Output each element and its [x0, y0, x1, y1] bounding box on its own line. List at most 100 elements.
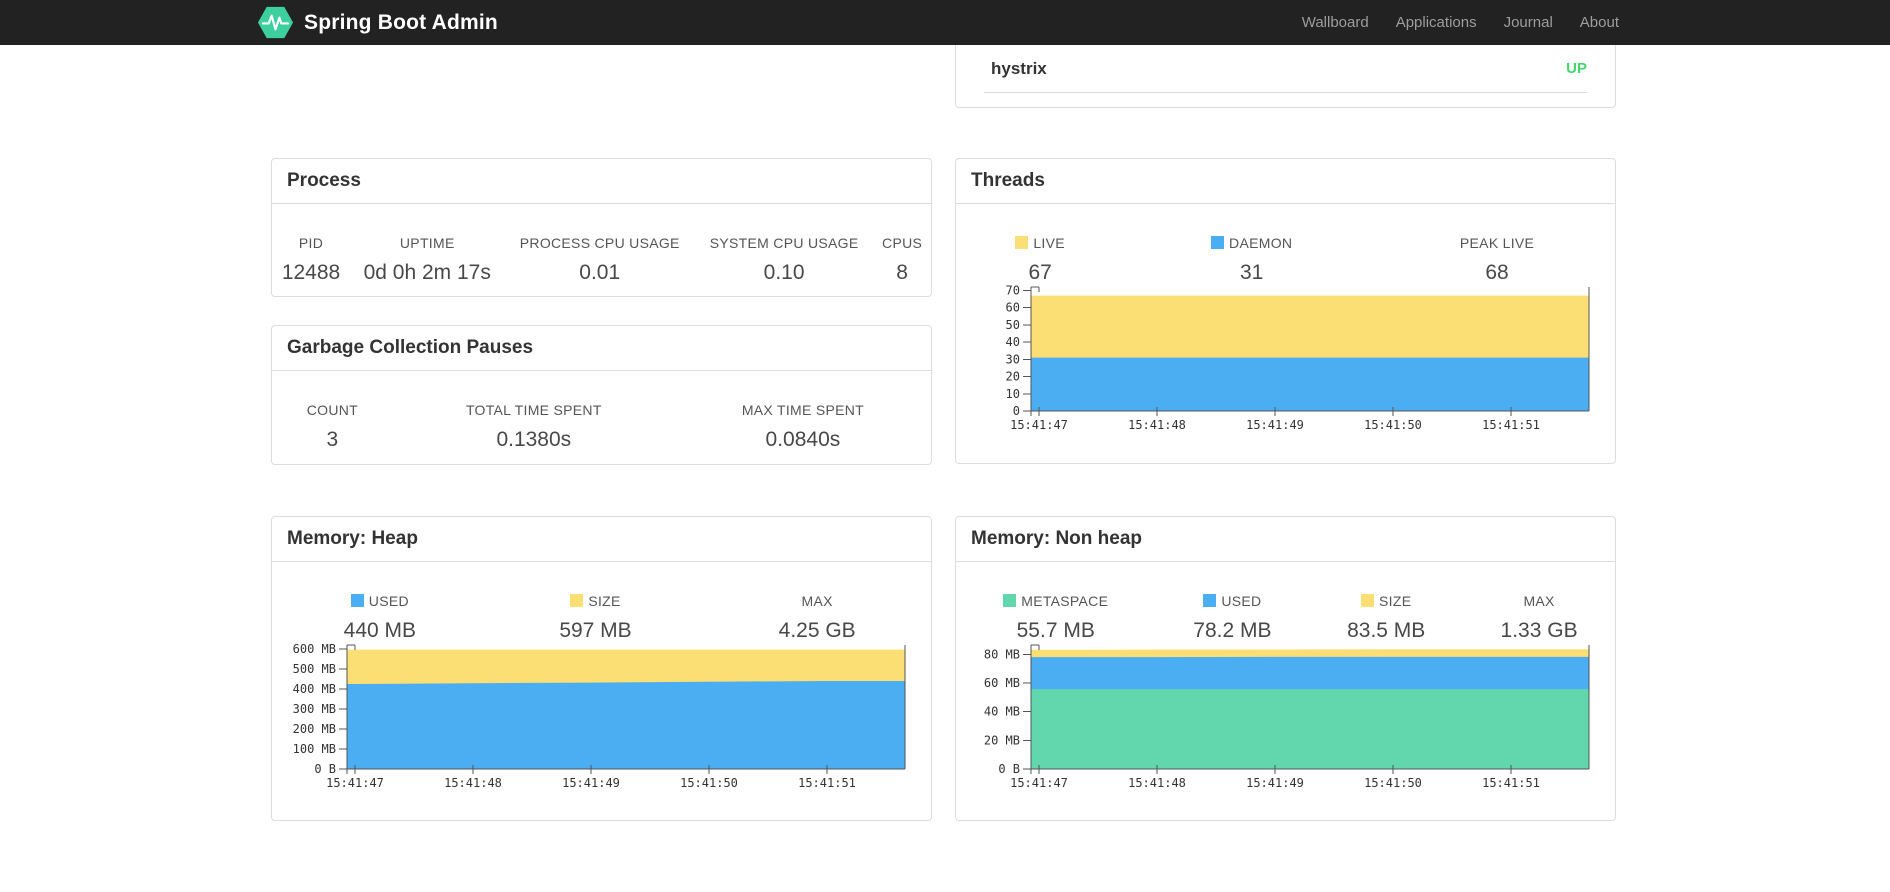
- svg-text:15:41:49: 15:41:49: [1246, 776, 1304, 790]
- stat-value: 0.1380s: [496, 428, 572, 451]
- health-service-name: hystrix: [991, 58, 1047, 78]
- status-badge: UP: [1566, 60, 1587, 77]
- nav-item-applications[interactable]: Applications: [1396, 0, 1477, 45]
- stat-label: DAEMON: [1124, 235, 1379, 261]
- svg-text:600 MB: 600 MB: [293, 642, 336, 656]
- svg-text:0 B: 0 B: [314, 762, 336, 776]
- stat-label: UPTIME: [399, 235, 455, 251]
- nav-item-wallboard[interactable]: Wallboard: [1302, 0, 1369, 45]
- stat-label: PROCESS CPU USAGE: [519, 235, 680, 251]
- svg-text:15:41:50: 15:41:50: [1364, 418, 1422, 432]
- stat-label: SYSTEM CPU USAGE: [709, 235, 859, 251]
- svg-text:15:41:47: 15:41:47: [1010, 776, 1068, 790]
- nonheap-chart: 0 B 20 MB 40 MB 60 MB 80 MB 15:41:47 15:41:48 1…: [984, 644, 1590, 790]
- legend-swatch-icon: [1015, 236, 1029, 249]
- svg-text:0: 0: [1013, 404, 1020, 418]
- stat-value: 78.2 MB: [1193, 619, 1272, 642]
- legend-swatch-icon: [1361, 594, 1375, 607]
- stat-label: PID: [298, 235, 324, 251]
- threads-panel: Threads LIVE DAEMON PEAK LIVE 67 31 68 0 10 20 3…: [955, 158, 1616, 464]
- svg-text:15:41:48: 15:41:48: [1128, 776, 1186, 790]
- nav-list: Wallboard Applications Journal About: [1302, 0, 1619, 45]
- heap-chart-box: 0 B 100 MB 200 MB 300 MB 400 MB 500 MB 600 MB 1…: [272, 642, 933, 812]
- svg-text:20 MB: 20 MB: [984, 733, 1020, 747]
- gc-panel-heading: Garbage Collection Pauses: [272, 326, 931, 371]
- stats-table: COUNT TOTAL TIME SPENT MAX TIME SPENT 3 0.13…: [272, 402, 931, 452]
- stat-label: MAX TIME SPENT: [741, 402, 864, 418]
- stat-label: TOTAL TIME SPENT: [465, 402, 602, 418]
- threads-panel-body: LIVE DAEMON PEAK LIVE 67 31 68: [956, 204, 1615, 285]
- stats-table: PID UPTIME PROCESS CPU USAGE SYSTEM CPU USA…: [272, 235, 931, 285]
- legend-swatch-icon: [1203, 594, 1217, 607]
- threads-chart-box: 0 10 20 30 40 50 60 70 15:41:47 15:41:48 15:41:49 1…: [956, 284, 1617, 454]
- stat-value: 3: [326, 428, 339, 451]
- svg-text:300 MB: 300 MB: [293, 702, 336, 716]
- svg-text:30: 30: [1006, 352, 1020, 366]
- svg-text:50: 50: [1006, 318, 1020, 332]
- stat-value: 83.5 MB: [1347, 619, 1426, 642]
- stat-label: CPUS: [882, 235, 923, 251]
- stat-label: PEAK LIVE: [1459, 235, 1535, 251]
- panel-title: Memory: Non heap: [971, 528, 1143, 549]
- panel-title: Memory: Heap: [287, 528, 418, 549]
- stat-label: SIZE: [488, 593, 704, 619]
- svg-text:70: 70: [1006, 284, 1020, 297]
- svg-text:15:41:50: 15:41:50: [1364, 776, 1422, 790]
- stat-label: LIVE: [956, 235, 1124, 261]
- stat-value: 0d 0h 2m 17s: [363, 261, 491, 284]
- health-row: hystrix UP: [956, 45, 1615, 92]
- svg-text:100 MB: 100 MB: [293, 742, 336, 756]
- nonheap-panel-heading: Memory: Non heap: [956, 517, 1615, 562]
- panel-title: Process: [287, 170, 361, 191]
- nav-item-about[interactable]: About: [1580, 0, 1619, 45]
- navbar: Spring Boot Admin Wallboard Applications J…: [0, 0, 1890, 45]
- nonheap-panel-body: METASPACE USED SIZE MAX 55.7 MB 78.2 MB 83.5 M…: [956, 562, 1615, 643]
- stat-value: 55.7 MB: [1016, 619, 1095, 642]
- svg-text:60 MB: 60 MB: [984, 676, 1020, 690]
- svg-text:15:41:49: 15:41:49: [1246, 418, 1304, 432]
- health-panel: hystrix UP: [955, 45, 1616, 108]
- threads-panel-heading: Threads: [956, 159, 1615, 204]
- brand-link[interactable]: Spring Boot Admin: [256, 0, 498, 45]
- svg-text:10: 10: [1006, 387, 1020, 401]
- stat-value: 597 MB: [559, 619, 632, 642]
- svg-text:15:41:48: 15:41:48: [444, 776, 502, 790]
- stat-label: MAX: [1523, 593, 1555, 609]
- panel-title: Threads: [971, 170, 1045, 191]
- stat-value: 31: [1240, 261, 1264, 284]
- stat-value: 1.33 GB: [1500, 619, 1578, 642]
- legend-swatch-icon: [1003, 594, 1017, 607]
- page: Spring Boot Admin Wallboard Applications J…: [0, 0, 1890, 892]
- svg-text:15:41:47: 15:41:47: [1010, 418, 1068, 432]
- svg-text:15:41:47: 15:41:47: [326, 776, 384, 790]
- heap-panel-heading: Memory: Heap: [272, 517, 931, 562]
- stat-value: 4.25 GB: [778, 619, 856, 642]
- svg-text:15:41:51: 15:41:51: [1482, 776, 1540, 790]
- pulse-logo-icon: [257, 6, 294, 39]
- svg-text:0 B: 0 B: [998, 762, 1020, 776]
- stat-value: 0.01: [579, 261, 621, 284]
- legend-swatch-icon: [1211, 236, 1225, 249]
- nav-item-journal[interactable]: Journal: [1504, 0, 1553, 45]
- stats-table: METASPACE USED SIZE MAX 55.7 MB 78.2 MB 83.5 M…: [956, 593, 1615, 643]
- stat-label: USED: [272, 593, 488, 619]
- heap-panel-body: USED SIZE MAX 440 MB 597 MB 4.25 GB: [272, 562, 931, 643]
- stats-table: LIVE DAEMON PEAK LIVE 67 31 68: [956, 235, 1615, 285]
- stats-table: USED SIZE MAX 440 MB 597 MB 4.25 GB: [272, 593, 931, 643]
- heap-chart: 0 B 100 MB 200 MB 300 MB 400 MB 500 MB 600 MB 1…: [293, 642, 906, 790]
- nonheap-chart-box: 0 B 20 MB 40 MB 60 MB 80 MB 15:41:47 15:41:48 1…: [956, 642, 1617, 812]
- divider: [984, 92, 1587, 93]
- process-panel-heading: Process: [272, 159, 931, 204]
- process-panel-body: PID UPTIME PROCESS CPU USAGE SYSTEM CPU USA…: [272, 204, 931, 285]
- stat-value: 68: [1485, 261, 1509, 284]
- stat-value: 67: [1028, 261, 1052, 284]
- stat-value: 8: [896, 261, 908, 284]
- panel-title: Garbage Collection Pauses: [287, 337, 534, 358]
- svg-text:40 MB: 40 MB: [984, 705, 1020, 719]
- svg-text:40: 40: [1006, 335, 1020, 349]
- heap-panel: Memory: Heap USED SIZE MAX 440 MB 597 MB 4.25…: [271, 516, 932, 821]
- legend-swatch-icon: [570, 594, 584, 607]
- svg-text:500 MB: 500 MB: [293, 662, 336, 676]
- svg-text:80 MB: 80 MB: [984, 647, 1020, 661]
- svg-text:400 MB: 400 MB: [293, 682, 336, 696]
